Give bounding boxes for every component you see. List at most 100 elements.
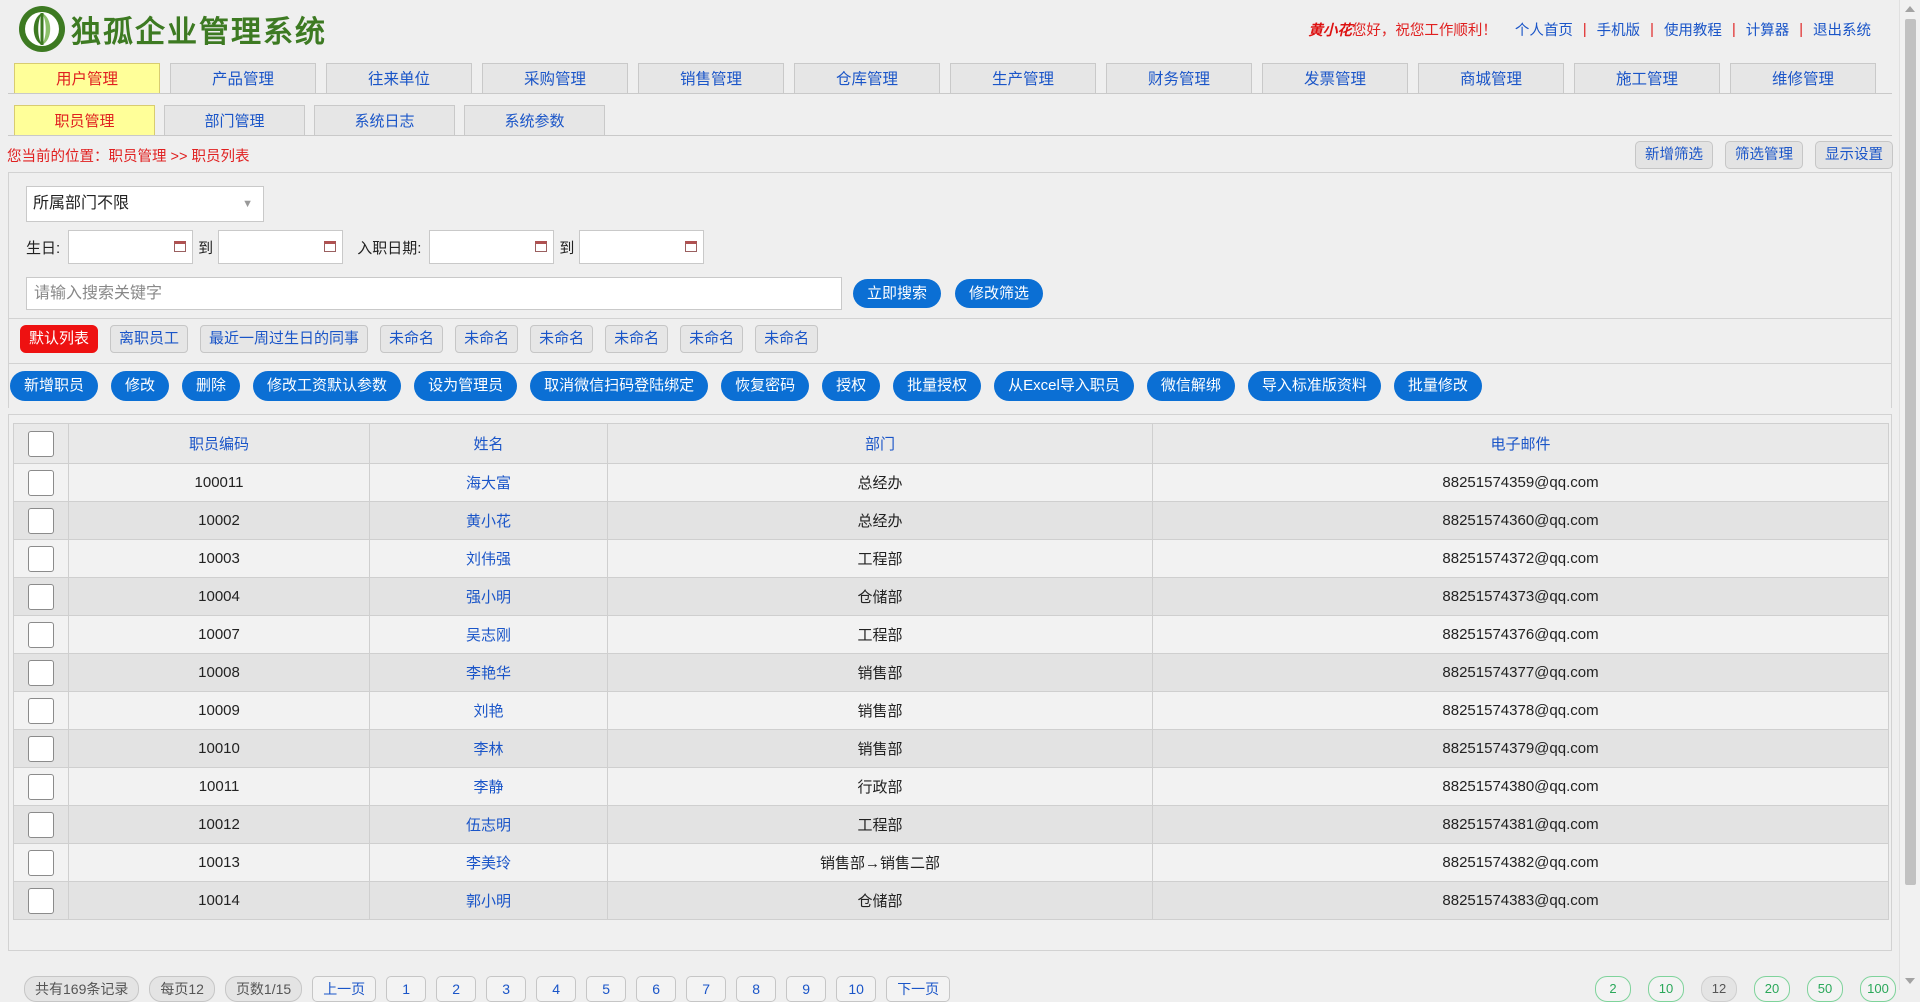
link-tutorial[interactable]: 使用教程 [1664,19,1722,40]
tab-mall[interactable]: 商城管理 [1418,63,1564,93]
tab-product-management[interactable]: 产品管理 [170,63,316,93]
edit-filter-button[interactable]: 修改筛选 [955,279,1044,308]
table-row[interactable]: 100011 海大富 总经办 88251574359@qq.com [13,463,1889,502]
calendar-icon[interactable] [535,241,548,252]
table-row[interactable]: 10007 吴志刚 工程部 88251574376@qq.com [13,615,1889,654]
calendar-icon[interactable] [174,241,187,252]
page-5[interactable]: 5 [586,976,627,1002]
link-mobile[interactable]: 手机版 [1597,19,1641,40]
row-checkbox[interactable] [28,811,54,838]
tag-unnamed[interactable]: 未命名 [755,325,819,353]
manage-filters-button[interactable]: 筛选管理 [1725,141,1803,169]
calendar-icon[interactable] [685,241,698,252]
page-6[interactable]: 6 [636,976,677,1002]
subtab-system-params[interactable]: 系统参数 [464,105,605,135]
page-size-option[interactable]: 50 [1807,976,1843,1002]
row-checkbox[interactable] [28,887,54,914]
authorize-button[interactable]: 授权 [822,371,881,401]
table-row[interactable]: 10009 刘艳 销售部 88251574378@qq.com [13,691,1889,730]
tab-maintenance[interactable]: 维修管理 [1730,63,1876,93]
next-page-button[interactable]: 下一页 [886,976,951,1002]
cell-name[interactable]: 郭小明 [369,881,608,920]
table-row[interactable]: 10002 黄小花 总经办 88251574360@qq.com [13,501,1889,540]
scroll-up-icon[interactable] [1905,6,1915,12]
column-header-name[interactable]: 姓名 [369,423,608,464]
cell-name[interactable]: 李林 [369,729,608,768]
row-checkbox[interactable] [28,773,54,800]
table-row[interactable]: 10004 强小明 仓储部 88251574373@qq.com [13,577,1889,616]
row-checkbox[interactable] [28,735,54,762]
link-calculator[interactable]: 计算器 [1746,19,1790,40]
row-checkbox[interactable] [28,469,54,496]
row-checkbox[interactable] [28,621,54,648]
row-checkbox[interactable] [28,507,54,534]
cell-name[interactable]: 吴志刚 [369,615,608,654]
wechat-unbind-button[interactable]: 微信解绑 [1146,371,1235,401]
page-8[interactable]: 8 [736,976,777,1002]
tag-unnamed[interactable]: 未命名 [380,325,444,353]
table-row[interactable]: 10012 伍志明 工程部 88251574381@qq.com [13,805,1889,844]
table-row[interactable]: 10008 李艳华 销售部 88251574377@qq.com [13,653,1889,692]
birthday-to-input[interactable] [218,230,344,264]
row-checkbox[interactable] [28,659,54,686]
tab-user-management[interactable]: 用户管理 [14,63,160,93]
tab-purchasing[interactable]: 采购管理 [482,63,628,93]
edit-salary-defaults-button[interactable]: 修改工资默认参数 [253,371,402,401]
unbind-wechat-login-button[interactable]: 取消微信扫码登陆绑定 [530,371,709,401]
tag-unnamed[interactable]: 未命名 [455,325,519,353]
tag-unnamed[interactable]: 未命名 [605,325,669,353]
cell-name[interactable]: 刘伟强 [369,539,608,578]
logo[interactable]: 独孤企业管理系统 [17,4,327,54]
batch-edit-button[interactable]: 批量修改 [1393,371,1482,401]
vertical-scrollbar[interactable] [1899,0,1920,990]
department-select[interactable]: 所属部门不限 ▼ [26,186,264,222]
birthday-from-input[interactable] [68,230,194,264]
page-10[interactable]: 10 [836,976,877,1002]
edit-button[interactable]: 修改 [111,371,170,401]
calendar-icon[interactable] [324,241,337,252]
cell-name[interactable]: 海大富 [369,463,608,502]
page-size-option[interactable]: 20 [1754,976,1790,1002]
row-checkbox[interactable] [28,545,54,572]
tag-resigned[interactable]: 离职员工 [110,325,189,353]
prev-page-button[interactable]: 上一页 [312,976,377,1002]
search-button[interactable]: 立即搜索 [853,279,942,308]
tab-sales[interactable]: 销售管理 [638,63,784,93]
page-1[interactable]: 1 [386,976,427,1002]
subtab-system-log[interactable]: 系统日志 [314,105,455,135]
page-size-option[interactable]: 100 [1860,976,1896,1002]
table-row[interactable]: 10011 李静 行政部 88251574380@qq.com [13,767,1889,806]
page-size-option[interactable]: 10 [1648,976,1684,1002]
cell-name[interactable]: 李美玲 [369,843,608,882]
tab-production[interactable]: 生产管理 [950,63,1096,93]
table-row[interactable]: 10014 郭小明 仓储部 88251574383@qq.com [13,881,1889,920]
add-filter-button[interactable]: 新增筛选 [1635,141,1713,169]
search-input[interactable]: 请输入搜索关键字 [26,277,842,310]
reset-password-button[interactable]: 恢复密码 [721,371,810,401]
delete-button[interactable]: 删除 [182,371,241,401]
cell-name[interactable]: 强小明 [369,577,608,616]
subtab-departments[interactable]: 部门管理 [164,105,305,135]
hire-date-from-input[interactable] [429,230,555,264]
tag-default-list[interactable]: 默认列表 [20,325,99,353]
tag-birthday-week[interactable]: 最近一周过生日的同事 [200,325,369,353]
scroll-down-icon[interactable] [1905,978,1915,984]
display-settings-button[interactable]: 显示设置 [1815,141,1893,169]
set-admin-button[interactable]: 设为管理员 [414,371,518,401]
page-4[interactable]: 4 [536,976,577,1002]
tag-unnamed[interactable]: 未命名 [680,325,744,353]
cell-name[interactable]: 李艳华 [369,653,608,692]
subtab-staff[interactable]: 职员管理 [14,105,155,135]
link-home[interactable]: 个人首页 [1515,19,1573,40]
tab-invoices[interactable]: 发票管理 [1262,63,1408,93]
row-checkbox[interactable] [28,697,54,724]
hire-date-to-input[interactable] [579,230,705,264]
batch-authorize-button[interactable]: 批量授权 [893,371,982,401]
row-checkbox[interactable] [28,849,54,876]
import-standard-button[interactable]: 导入标准版资料 [1247,371,1381,401]
import-excel-button[interactable]: 从Excel导入职员 [994,371,1134,401]
page-7[interactable]: 7 [686,976,727,1002]
add-staff-button[interactable]: 新增职员 [10,371,99,401]
page-9[interactable]: 9 [786,976,827,1002]
column-header-code[interactable]: 职员编码 [68,423,370,464]
